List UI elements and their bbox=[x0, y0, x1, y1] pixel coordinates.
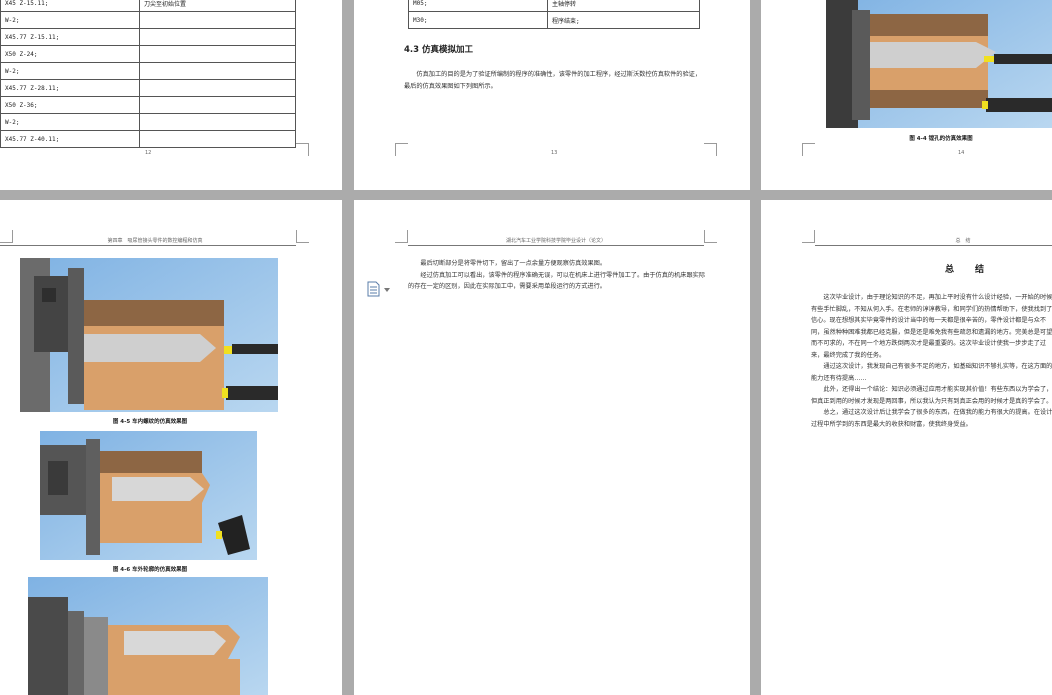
page-number: 14 bbox=[958, 150, 965, 156]
page-14: 图 4-4 镗孔的仿真效果图 14 bbox=[761, 0, 1052, 190]
comment-cell bbox=[139, 11, 296, 29]
code-cell: X50 Z-36; bbox=[0, 96, 140, 114]
crop-mark bbox=[704, 143, 717, 156]
table-row: X45.77 Z-28.11; bbox=[0, 79, 296, 97]
header-rule bbox=[408, 245, 704, 246]
comment-cell bbox=[139, 130, 296, 148]
comment-cell bbox=[139, 113, 296, 131]
simulation-image-boring bbox=[826, 0, 1052, 128]
chapter-title: 总 结 bbox=[945, 265, 991, 275]
figure-caption: 图 4-4 镗孔的仿真效果图 bbox=[909, 136, 973, 142]
comment-cell bbox=[139, 96, 296, 114]
code-cell: W-2; bbox=[0, 62, 140, 80]
summary-paragraph-1: 这次毕业设计，由于理论知识的不足，再加上平时没有什么设计经验，一开始的时候有些手… bbox=[811, 294, 1052, 359]
page-15: 第四章 吸尿管接头零件的数控编程和仿真 图 4-5 车内螺纹的仿真效果图 图 4… bbox=[0, 200, 342, 695]
table-row: X45.77 Z-15.11; bbox=[0, 28, 296, 46]
comment-cell bbox=[139, 45, 296, 63]
code-cell: X45.77 Z-28.11; bbox=[0, 79, 140, 97]
code-cell: X45 Z-15.11; bbox=[0, 0, 140, 12]
page-13: M05; 主轴停转 M30; 程序结束; 4.3 仿真模拟加工 仿真加工的目的是为了验… bbox=[354, 0, 750, 190]
thread-sim-svg bbox=[20, 258, 278, 412]
code-cell: X45.77 Z-15.11; bbox=[0, 28, 140, 46]
running-header: 第四章 吸尿管接头零件的数控编程和仿真 bbox=[107, 238, 203, 244]
comment-cell bbox=[139, 28, 296, 46]
code-cell: X45.77 Z-40.11; bbox=[0, 130, 140, 148]
parting-sim-svg bbox=[28, 577, 268, 695]
comment-cell: 程序结束; bbox=[547, 11, 700, 29]
table-row: M05; 主轴停转 bbox=[408, 0, 700, 12]
page-16: 湖北汽车工业学院科技学院毕业设计（论文） 最后切断部分是将零件切下，留出了一点余… bbox=[354, 200, 750, 695]
summary-paragraph-3: 此外，还得出一个结论：知识必须通过应用才能实现其价值！有些东西以为学会了，但真正… bbox=[811, 386, 1052, 405]
summary-paragraph-4: 总之，通过这次设计后让我学会了很多的东西，在做我的能力有很大的提高。在设计过程中… bbox=[811, 409, 1052, 428]
page-12: X45 Z-15.11; 刀尖至初始位置 W-2; X45.77 Z-15.11; X5… bbox=[0, 0, 342, 190]
header-rule bbox=[0, 245, 296, 246]
document-icon bbox=[367, 281, 390, 297]
code-cell: M30; bbox=[408, 11, 548, 29]
simulation-image-outer-profile bbox=[40, 431, 257, 560]
code-table-p13: M05; 主轴停转 M30; 程序结束; bbox=[408, 0, 700, 29]
document-options-icon[interactable] bbox=[366, 281, 392, 297]
crop-mark bbox=[395, 230, 408, 243]
paragraph-1: 最后切断部分是将零件切下，留出了一点余量方便观察仿真效果图。 bbox=[420, 260, 607, 267]
running-header: 总 结 bbox=[955, 238, 971, 244]
chevron-down-icon bbox=[384, 288, 390, 292]
profile-sim-svg bbox=[40, 431, 257, 560]
crop-mark bbox=[802, 230, 815, 243]
comment-cell bbox=[139, 79, 296, 97]
comment-cell: 主轴停转 bbox=[547, 0, 700, 12]
page-number: 12 bbox=[145, 150, 152, 156]
body-paragraph: 仿真加工的目的是为了验证所编制的程序的准确性，该零件的加工程序，经过斯沃数控仿真… bbox=[404, 71, 702, 90]
table-row: W-2; bbox=[0, 62, 296, 80]
code-table-p12: X45 Z-15.11; 刀尖至初始位置 W-2; X45.77 Z-15.11; X5… bbox=[0, 0, 296, 148]
table-row: M30; 程序结束; bbox=[408, 11, 700, 29]
boring-sim-svg bbox=[826, 0, 1052, 128]
code-cell: W-2; bbox=[0, 11, 140, 29]
summary-paragraph-2: 通过这次设计，我发现自己有很多不足的地方，如基础知识不够扎实等，在这方面的能力还… bbox=[811, 363, 1052, 382]
table-row: X50 Z-24; bbox=[0, 45, 296, 63]
table-row: X45 Z-15.11; 刀尖至初始位置 bbox=[0, 0, 296, 12]
simulation-image-parting bbox=[28, 577, 268, 695]
table-row: X45.77 Z-40.11; bbox=[0, 130, 296, 148]
section-heading: 4.3 仿真模拟加工 bbox=[404, 45, 474, 55]
crop-mark bbox=[802, 143, 815, 156]
table-row: W-2; bbox=[0, 11, 296, 29]
comment-cell bbox=[139, 62, 296, 80]
figure-caption-4-6: 图 4-6 车外轮廓的仿真效果图 bbox=[112, 567, 188, 573]
header-rule bbox=[815, 245, 1052, 246]
table-row: X50 Z-36; bbox=[0, 96, 296, 114]
page-number: 13 bbox=[551, 150, 558, 156]
crop-mark bbox=[296, 143, 309, 156]
table-row: W-2; bbox=[0, 113, 296, 131]
code-cell: M05; bbox=[408, 0, 548, 12]
running-header: 湖北汽车工业学院科技学院毕业设计（论文） bbox=[505, 238, 606, 244]
crop-mark bbox=[395, 143, 408, 156]
page-17: 总 结 总 结 这次毕业设计，由于理论知识的不足，再加上平时没有什么设计经验，一… bbox=[761, 200, 1052, 695]
summary-paragraphs: 这次毕业设计，由于理论知识的不足，再加上平时没有什么设计经验，一开始的时候有些手… bbox=[811, 292, 1052, 430]
simulation-image-inner-thread bbox=[20, 258, 278, 412]
body-paragraphs: 最后切断部分是将零件切下，留出了一点余量方便观察仿真效果图。 经过仿真加工可以看… bbox=[408, 258, 708, 293]
code-cell: W-2; bbox=[0, 113, 140, 131]
comment-cell: 刀尖至初始位置 bbox=[139, 0, 296, 12]
crop-mark bbox=[704, 230, 717, 243]
figure-caption-4-5: 图 4-5 车内螺纹的仿真效果图 bbox=[112, 419, 188, 425]
paragraph-2: 经过仿真加工可以看出，该零件的程序准确无误，可以在机床上进行零件加工了。由于仿真… bbox=[408, 271, 706, 291]
code-cell: X50 Z-24; bbox=[0, 45, 140, 63]
